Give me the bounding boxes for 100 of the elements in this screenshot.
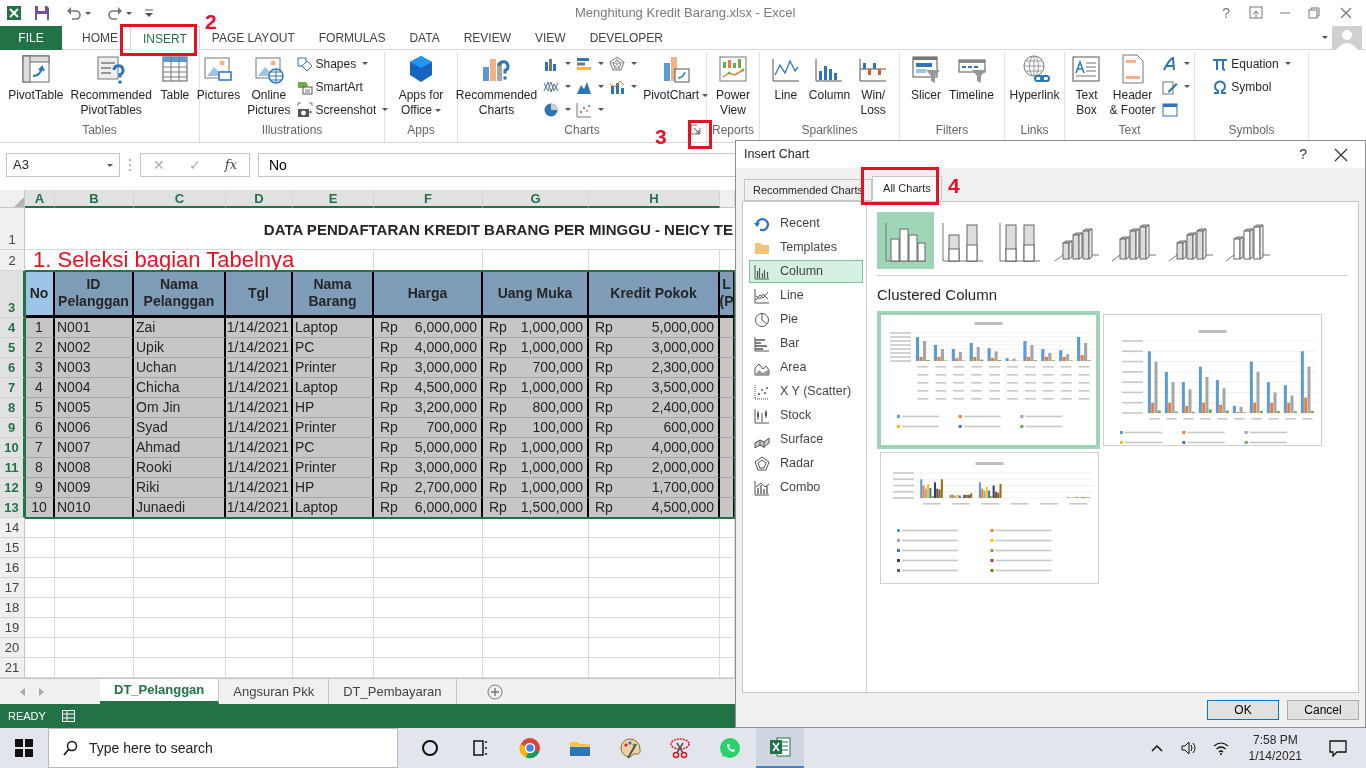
- sheet-tab[interactable]: DT_Pelanggan: [100, 679, 220, 704]
- ribbon-tab[interactable]: FILE: [0, 26, 62, 50]
- amount-text: 1,000,000: [520, 338, 583, 357]
- amount-text: 6,000,000: [414, 498, 477, 517]
- ribbon-button[interactable]: Timeline: [946, 52, 997, 122]
- heading-letter[interactable]: D: [226, 190, 293, 208]
- row-number[interactable]: 11: [0, 458, 25, 478]
- ribbon-button[interactable]: Recommended Charts: [452, 52, 541, 122]
- sheet-title: DATA PENDAFTARAN KREDIT BARANG PER MINGGU - NEICY TE: [263, 220, 734, 241]
- currency-label: Rp: [380, 358, 398, 377]
- row-number[interactable]: 20: [0, 638, 25, 658]
- ribbon-button[interactable]: Screenshot: [294, 98, 391, 121]
- ribbon-button[interactable]: Power View: [713, 52, 753, 122]
- chart-type-item[interactable]: Bar: [749, 332, 863, 355]
- ribbon-button[interactable]: Pictures: [193, 52, 244, 122]
- ribbon-button[interactable]: Recommended PivotTables: [67, 52, 155, 122]
- ribbon-button[interactable]: Slicer: [907, 52, 946, 122]
- currency-label: Rp: [595, 378, 613, 397]
- row-number[interactable]: 13: [0, 498, 25, 518]
- row-number[interactable]: 2: [0, 250, 25, 271]
- row-number[interactable]: 18: [0, 598, 25, 618]
- row-number[interactable]: 21: [0, 658, 25, 678]
- row-number[interactable]: 5: [0, 338, 25, 358]
- currency-label: Rp: [595, 438, 613, 457]
- currency-label: Rp: [595, 478, 613, 497]
- dialog-button[interactable]: OK: [1207, 700, 1279, 720]
- ribbon-button[interactable]: Online Pictures: [244, 52, 294, 122]
- chart-type-item[interactable]: Templates: [749, 236, 863, 259]
- chart-type-item[interactable]: Pie: [749, 308, 863, 331]
- row-number[interactable]: 1: [0, 208, 25, 250]
- row-number[interactable]: 16: [0, 558, 25, 578]
- dialog-button[interactable]: Cancel: [1287, 700, 1359, 720]
- window-title: Menghitung Kredit Barang.xlsx - Excel: [574, 5, 796, 21]
- currency-label: Rp: [489, 338, 507, 357]
- step-number: 4: [948, 174, 960, 198]
- row-number[interactable]: 3: [0, 271, 25, 318]
- row-number[interactable]: 8: [0, 398, 25, 418]
- chart-type-item[interactable]: Area: [749, 356, 863, 379]
- currency-label: Rp: [489, 418, 507, 437]
- chart-type-item[interactable]: Combo: [749, 476, 863, 499]
- ribbon-button[interactable]: Equation: [1210, 52, 1293, 75]
- ribbon-button[interactable]: PivotTable: [5, 52, 67, 122]
- help-button[interactable]: ?: [1212, 2, 1240, 24]
- ribbon-tab[interactable]: VIEW: [523, 26, 578, 50]
- ribbon-tab[interactable]: DEVELOPER: [577, 26, 675, 50]
- currency-label: Rp: [380, 338, 398, 357]
- chart-type-item[interactable]: Column: [749, 260, 863, 283]
- row-number[interactable]: 12: [0, 478, 25, 498]
- group-label: Tables: [82, 124, 117, 139]
- ribbon-button[interactable]: Table: [155, 52, 194, 122]
- heading-letter[interactable]: C: [134, 190, 226, 208]
- heading-letter[interactable]: H: [589, 190, 720, 208]
- ribbon-tab[interactable]: HOME: [70, 26, 130, 50]
- group-label: Sparklines: [801, 124, 858, 139]
- chart-type-item[interactable]: Line: [749, 284, 863, 307]
- ribbon-tab[interactable]: DATA: [397, 26, 452, 50]
- heading-letter[interactable]: E: [293, 190, 374, 208]
- chart-type-item[interactable]: Stock: [749, 404, 863, 427]
- row-number[interactable]: 14: [0, 518, 25, 538]
- dialog-tab[interactable]: All Charts: [872, 176, 942, 201]
- amount-text: 700,000: [532, 358, 583, 377]
- heading-letter[interactable]: F: [374, 190, 483, 208]
- heading-letter[interactable]: A: [25, 190, 55, 208]
- row-number[interactable]: 17: [0, 578, 25, 598]
- insert-function-button[interactable]: fx: [224, 155, 237, 175]
- row-number[interactable]: 7: [0, 378, 25, 398]
- ribbon-button[interactable]: PivotChart: [640, 52, 712, 122]
- amount-text: 2,300,000: [651, 358, 714, 377]
- ribbon-button[interactable]: SmartArt: [294, 75, 391, 98]
- ribbon-button[interactable]: Win/ Loss: [854, 52, 893, 122]
- row-number[interactable]: 15: [0, 538, 25, 558]
- row-number[interactable]: 4: [0, 318, 25, 338]
- heading-letter[interactable]: G: [483, 190, 589, 208]
- name-box[interactable]: A3: [6, 153, 120, 177]
- ribbon-tab[interactable]: REVIEW: [451, 26, 523, 50]
- heading-letter[interactable]: B: [55, 190, 134, 208]
- chart-type-item[interactable]: X Y (Scatter): [749, 380, 863, 403]
- ribbon-button[interactable]: Column: [805, 52, 854, 122]
- ribbon-button[interactable]: Hyperlink: [1006, 52, 1063, 122]
- help-button[interactable]: ?: [1289, 144, 1317, 165]
- amount-text: 800,000: [532, 398, 583, 417]
- ribbon-button[interactable]: Shapes: [294, 52, 391, 75]
- group-label: Symbols: [1228, 124, 1275, 139]
- dialog-title: Insert Chart: [744, 146, 810, 164]
- ribbon-button[interactable]: Line: [766, 52, 805, 122]
- search-field[interactable]: Type here to search: [48, 728, 398, 768]
- ribbon-button[interactable]: Text Box: [1067, 52, 1106, 122]
- ribbon-tab[interactable]: FORMULAS: [306, 26, 398, 50]
- chart-type-item[interactable]: Recent: [749, 212, 863, 235]
- group-label: Reports: [712, 124, 754, 139]
- chart-type-item[interactable]: Radar: [749, 452, 863, 475]
- chart-type-item[interactable]: Surface: [749, 428, 863, 451]
- ribbon-button[interactable]: Apps for Office: [395, 52, 447, 122]
- row-number[interactable]: 6: [0, 358, 25, 378]
- row-number[interactable]: 9: [0, 418, 25, 438]
- row-number[interactable]: 19: [0, 618, 25, 638]
- ribbon-button[interactable]: Symbol: [1210, 75, 1293, 98]
- ribbon-button[interactable]: Header & Footer: [1106, 52, 1159, 122]
- row-number[interactable]: 10: [0, 438, 25, 458]
- amount-text: 1,000,000: [520, 318, 583, 337]
